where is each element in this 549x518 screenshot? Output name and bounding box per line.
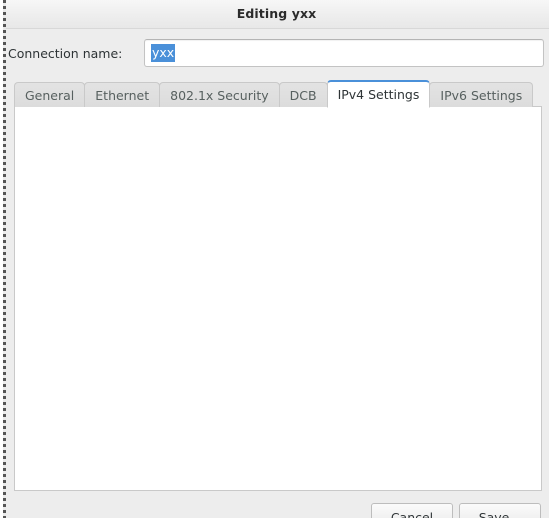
connection-name-input[interactable]: yxx bbox=[144, 39, 544, 67]
tab-ethernet-label: Ethernet bbox=[95, 87, 150, 103]
tab-ipv6-settings[interactable]: IPv6 Settings bbox=[429, 82, 534, 107]
tab-8021x-security[interactable]: 802.1x Security bbox=[159, 82, 280, 107]
connection-name-value: yxx bbox=[151, 44, 176, 62]
dialog-action-bar: Cancel Save... bbox=[4, 491, 549, 518]
window-title: Editing yxx bbox=[236, 6, 317, 21]
tab-general-label: General bbox=[25, 87, 75, 103]
cancel-button-label: Cancel bbox=[390, 509, 434, 518]
tab-ipv6-settings-label: IPv6 Settings bbox=[440, 87, 523, 103]
dialog-body: Connection name: yxx General Ethernet 80… bbox=[4, 29, 549, 518]
tab-ipv4-settings-label: IPv4 Settings bbox=[337, 87, 420, 102]
tab-dcb[interactable]: DCB bbox=[278, 82, 328, 107]
save-button-label: Save... bbox=[478, 509, 522, 518]
settings-notebook: General Ethernet 802.1x Security DCB IPv… bbox=[14, 79, 542, 491]
titlebar[interactable]: Editing yxx bbox=[4, 0, 549, 29]
tab-ipv4-settings[interactable]: IPv4 Settings bbox=[326, 80, 431, 108]
tab-general[interactable]: General bbox=[14, 82, 86, 107]
tab-strip: General Ethernet 802.1x Security DCB IPv… bbox=[14, 79, 542, 108]
connection-name-label: Connection name: bbox=[8, 46, 123, 61]
cancel-button[interactable]: Cancel bbox=[371, 503, 453, 518]
window-frame-edge-inner bbox=[0, 0, 3, 518]
ipv4-settings-page bbox=[14, 106, 542, 491]
connection-name-row: Connection name: yxx bbox=[4, 38, 549, 70]
tab-ethernet[interactable]: Ethernet bbox=[84, 82, 161, 107]
save-button[interactable]: Save... bbox=[459, 503, 541, 518]
tab-8021x-security-label: 802.1x Security bbox=[170, 87, 269, 103]
editing-connection-dialog: Editing yxx Connection name: yxx General… bbox=[0, 0, 549, 518]
tab-dcb-label: DCB bbox=[289, 87, 317, 103]
